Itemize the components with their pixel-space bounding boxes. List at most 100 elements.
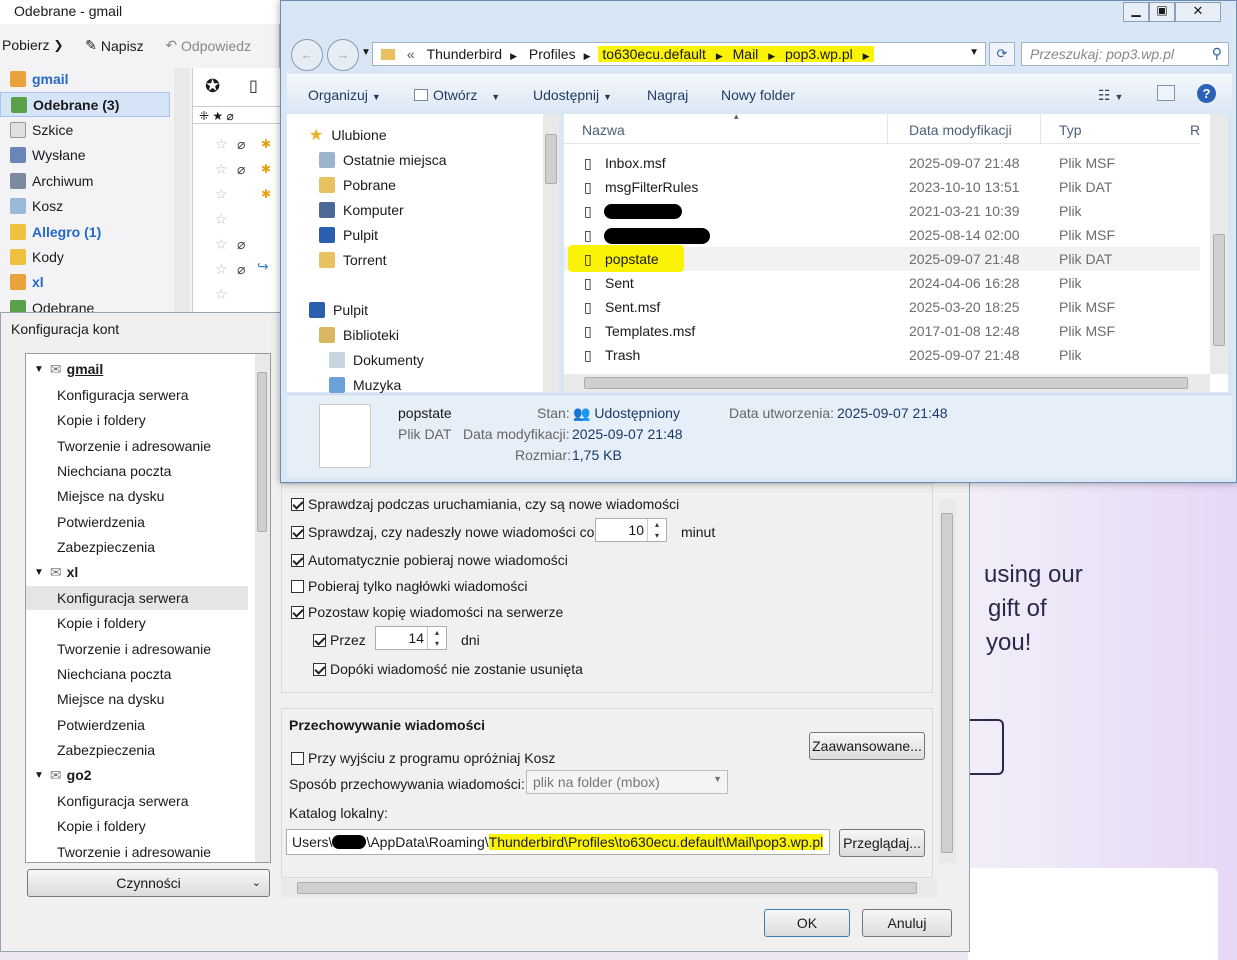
reply-button[interactable]: ↶ Odpowiedz — [165, 37, 251, 54]
organize-button[interactable]: Organizuj ▼ — [308, 87, 381, 103]
ok-button[interactable]: OK — [764, 909, 850, 937]
chevron-down-icon[interactable]: ❯ — [53, 38, 63, 52]
preview-pane-icon[interactable] — [1157, 85, 1175, 101]
nav-favorites[interactable]: ★ Ulubione — [309, 122, 387, 147]
chevron-down-icon[interactable]: ▼ — [969, 47, 979, 58]
checkbox[interactable] — [291, 752, 304, 765]
actions-dropdown[interactable]: Czynności ⌄ — [27, 869, 270, 897]
file-row[interactable]: ▯ Trash 2025-09-07 21:48 Plik — [564, 343, 1200, 367]
check-every-option[interactable]: Sprawdzaj, czy nadeszły nowe wiadomości … — [291, 524, 594, 540]
folder-codes[interactable]: Kody — [0, 244, 64, 269]
column-type[interactable]: Typ — [1059, 122, 1082, 138]
tree-account-xl[interactable]: ▼ ✉ xl — [26, 560, 256, 584]
burn-button[interactable]: Nagraj — [647, 87, 688, 103]
tree-item[interactable]: Konfiguracja serwera — [26, 789, 256, 813]
checkbox[interactable] — [291, 526, 304, 539]
chevron-down-icon[interactable]: ▼ — [34, 770, 44, 781]
empty-trash-option[interactable]: Przy wyjściu z programu opróżniaj Kosz — [291, 750, 555, 766]
file-row[interactable]: ▯ Templates.msf 2017-01-08 12:48 Plik MS… — [564, 319, 1200, 343]
get-messages-button[interactable]: Pobierz ❯ — [2, 37, 64, 53]
open-button[interactable]: Otwórz ▼ — [414, 87, 500, 103]
file-row[interactable]: ▯ 2021-03-21 10:39 Plik — [564, 199, 1200, 223]
checkbox[interactable] — [313, 663, 326, 676]
address-bar[interactable]: « Thunderbird ▶ Profiles ▶ to630ecu.defaul… — [372, 42, 986, 66]
checkbox[interactable] — [291, 498, 304, 511]
folder-inbox[interactable]: Odebrane (3) — [0, 92, 170, 117]
chevron-down-icon[interactable]: ▼ — [34, 364, 44, 375]
tree-account-go2[interactable]: ▼ ✉ go2 — [26, 763, 256, 787]
folder-sent[interactable]: Wysłane — [0, 142, 86, 167]
file-row[interactable]: ▯ Inbox.msf 2025-09-07 21:48 Plik MSF — [564, 151, 1200, 175]
headers-only-option[interactable]: Pobieraj tylko nagłówki wiadomości — [291, 578, 527, 594]
nav-torrent[interactable]: Torrent — [319, 247, 387, 272]
scrollbar-thumb[interactable] — [584, 377, 1188, 389]
thread-icon[interactable]: ✪ — [205, 76, 220, 97]
check-interval-stepper[interactable]: 10 — [595, 518, 667, 542]
tree-item[interactable]: Potwierdzenia — [26, 510, 256, 534]
tree-item[interactable]: Miejsce na dysku — [26, 687, 256, 711]
folder-account-xl[interactable]: xl — [0, 269, 44, 294]
tree-item[interactable]: Zabezpieczenia — [26, 535, 256, 559]
file-row-selected[interactable]: ▯ popstate 2025-09-07 21:48 Plik DAT — [564, 245, 1200, 272]
scrollbar-thumb[interactable] — [297, 882, 917, 894]
web-button[interactable] — [968, 719, 1004, 775]
tree-item[interactable]: Niechciana poczta — [26, 459, 256, 483]
column-name[interactable]: Nazwa — [582, 122, 625, 138]
browse-button[interactable]: Przeglądaj... — [839, 829, 925, 857]
cancel-button[interactable]: Anuluj — [862, 909, 952, 937]
tree-item[interactable]: Miejsce na dysku — [26, 484, 256, 508]
tree-item[interactable]: Kopie i foldery — [26, 611, 256, 635]
tree-item[interactable]: Tworzenie i adresowanie — [26, 840, 256, 862]
file-row[interactable]: ▯ 2025-08-14 02:00 Plik MSF — [564, 223, 1200, 247]
folder-scrollbar[interactable] — [174, 68, 190, 318]
star-icon[interactable]: ☆ ☆ ☆ ☆ ☆ ☆ ☆ — [215, 132, 228, 307]
help-icon[interactable]: ? — [1197, 84, 1216, 103]
tree-item[interactable]: Tworzenie i adresowanie — [26, 637, 256, 661]
breadcrumb-item[interactable]: Thunderbird — [427, 46, 503, 62]
nav-desktop[interactable]: Pulpit — [319, 222, 378, 247]
settings-vscrollbar[interactable] — [939, 499, 956, 863]
share-button[interactable]: Udostępnij ▼ — [533, 87, 612, 103]
tree-item[interactable]: Niechciana poczta — [26, 662, 256, 686]
refresh-icon[interactable]: ⟳ — [989, 42, 1015, 66]
scrollbar-thumb[interactable] — [257, 372, 267, 532]
tree-account-gmail[interactable]: ▼ ✉ gmail — [26, 357, 256, 381]
scrollbar-thumb[interactable] — [1213, 234, 1225, 346]
folder-trash[interactable]: Kosz — [0, 193, 63, 218]
breadcrumb-item[interactable]: Mail — [733, 46, 759, 62]
file-row[interactable]: ▯ msgFilterRules 2023-10-10 13:51 Plik D… — [564, 175, 1200, 199]
scrollbar-thumb[interactable] — [941, 513, 953, 853]
tree-item-selected[interactable]: Konfiguracja serwera — [26, 586, 248, 610]
column-header-icons[interactable]: ⁜ ★ ⌀ — [193, 106, 281, 124]
local-dir-field[interactable]: Users\ \AppData\Roaming\Thunderbird\Profi… — [286, 829, 830, 855]
keep-days-stepper[interactable]: 14 — [375, 626, 447, 650]
check-startup-option[interactable]: Sprawdzaj podczas uruchamiania, czy są n… — [291, 496, 679, 512]
close-icon[interactable]: ✕ — [1175, 2, 1221, 22]
file-hscrollbar[interactable] — [564, 374, 1210, 392]
tree-item[interactable]: Tworzenie i adresowanie — [26, 434, 256, 458]
tree-scrollbar[interactable] — [255, 354, 270, 862]
view-options-icon[interactable]: ☷ ▼ — [1098, 87, 1123, 104]
checkbox[interactable] — [291, 554, 304, 567]
column-date[interactable]: Data modyfikacji — [909, 122, 1012, 138]
bookmark-icon[interactable]: ▯ — [249, 76, 258, 96]
keep-for-option[interactable]: Przez — [313, 632, 366, 648]
tree-item[interactable]: Kopie i foldery — [26, 814, 256, 838]
nav-desktop-root[interactable]: Pulpit — [309, 297, 368, 322]
chevron-down-icon[interactable]: ▼ — [34, 567, 44, 578]
breadcrumb-item[interactable]: pop3.wp.pl — [785, 46, 853, 62]
folder-archive[interactable]: Archiwum — [0, 168, 93, 193]
nav-libraries[interactable]: Biblioteki — [319, 322, 399, 347]
breadcrumb-item[interactable]: to630ecu.default — [602, 46, 706, 62]
back-icon[interactable]: ← — [291, 39, 323, 71]
nav-scrollbar[interactable] — [543, 114, 559, 392]
checkbox[interactable] — [313, 634, 326, 647]
checkbox[interactable] — [291, 606, 304, 619]
leave-copy-option[interactable]: Pozostaw kopię wiadomości na serwerze — [291, 604, 563, 620]
breadcrumb-item[interactable]: Profiles — [529, 46, 576, 62]
file-row[interactable]: ▯ Sent.msf 2025-03-20 18:25 Plik MSF — [564, 295, 1200, 319]
tree-item[interactable]: Zabezpieczenia — [26, 738, 256, 762]
new-folder-button[interactable]: Nowy folder — [721, 87, 795, 103]
checkbox[interactable] — [291, 580, 304, 593]
until-deleted-option[interactable]: Dopóki wiadomość nie zostanie usunięta — [313, 661, 583, 677]
